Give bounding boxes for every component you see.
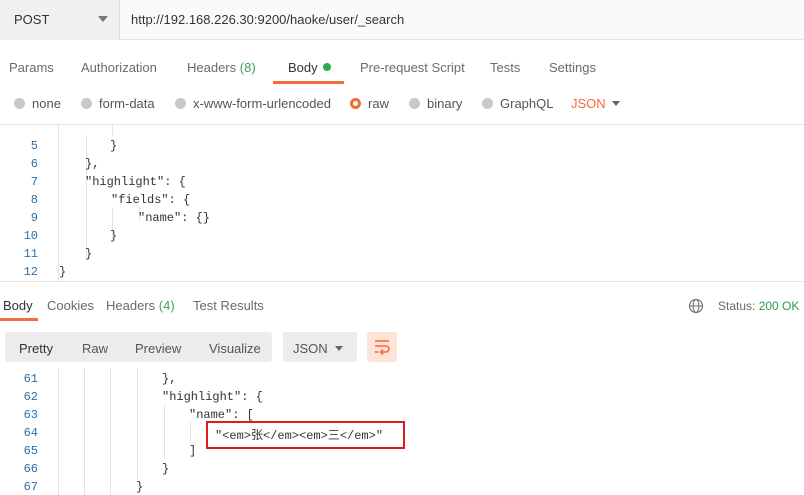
body-type-form-data[interactable]: form-data — [81, 96, 155, 111]
radio-icon — [482, 98, 493, 109]
response-format-select[interactable]: JSON — [283, 332, 357, 362]
code-line: "fields": { — [111, 193, 191, 207]
radio-icon — [409, 98, 420, 109]
code-line: "highlight": { — [85, 175, 186, 189]
line-number: 11 — [23, 247, 38, 261]
code-line: "highlight": { — [162, 390, 263, 404]
view-preview-button[interactable]: Preview — [135, 341, 181, 356]
tab-params[interactable]: Params — [9, 60, 54, 75]
highlight-annotation-box — [206, 421, 405, 449]
tab-tests[interactable]: Tests — [490, 60, 520, 75]
active-tab-underline — [273, 81, 344, 84]
code-line: } — [59, 265, 67, 279]
line-number: 6 — [30, 157, 38, 171]
radio-icon — [81, 98, 92, 109]
code-line: "name": {} — [138, 211, 211, 225]
status-label: Status: — [718, 299, 756, 313]
code-line: } — [110, 229, 118, 243]
line-number: 62 — [23, 390, 38, 404]
body-type-graphql-label: GraphQL — [500, 96, 554, 111]
body-type-binary[interactable]: binary — [409, 96, 462, 111]
view-raw-button[interactable]: Raw — [82, 341, 108, 356]
code-line: } — [162, 462, 170, 476]
indent-guide — [112, 125, 113, 135]
indent-guide — [137, 368, 138, 480]
indent-guide — [86, 135, 87, 258]
line-number: 9 — [30, 211, 38, 225]
line-number: 12 — [23, 265, 38, 279]
wrap-lines-button[interactable] — [367, 332, 397, 362]
radio-icon — [14, 98, 25, 109]
editor-gutter-border — [58, 368, 59, 495]
body-type-graphql[interactable]: GraphQL — [482, 96, 553, 111]
body-indicator-dot — [322, 63, 331, 71]
chevron-down-icon — [335, 346, 343, 351]
chevron-down-icon — [612, 101, 620, 106]
method-select[interactable]: POST — [0, 0, 120, 40]
tab-pre-request-script[interactable]: Pre-request Script — [360, 60, 465, 75]
body-type-none-label: none — [32, 96, 61, 111]
indent-guide — [190, 422, 191, 442]
body-type-urlencoded[interactable]: x-www-form-urlencoded — [175, 96, 331, 111]
view-mode-segment: Pretty Raw Preview Visualize — [5, 332, 272, 362]
view-pretty-button[interactable]: Pretty — [19, 341, 53, 356]
chevron-down-icon — [98, 16, 108, 22]
code-line: ] — [189, 444, 197, 458]
line-number: 65 — [23, 444, 38, 458]
response-tab-headers[interactable]: Headers (4) — [106, 298, 175, 313]
line-number: 8 — [30, 193, 38, 207]
tab-settings[interactable]: Settings — [549, 60, 596, 75]
line-number: 67 — [23, 480, 38, 494]
method-label: POST — [14, 12, 50, 27]
radio-icon — [175, 98, 186, 109]
response-status: Status: 200 OK — [718, 299, 799, 313]
body-type-raw[interactable]: raw — [350, 96, 389, 111]
line-number: 61 — [23, 372, 38, 386]
request-tabs: Params Authorization Headers (8) Body Pr… — [0, 52, 804, 84]
headers-count-badge: (8) — [239, 60, 256, 75]
indent-guide — [164, 404, 165, 460]
tab-headers-label: Headers — [187, 60, 237, 75]
body-type-binary-label: binary — [427, 96, 463, 111]
code-line: } — [110, 139, 118, 153]
line-number: 5 — [30, 139, 38, 153]
line-number: 63 — [23, 408, 38, 422]
tab-body-label: Body — [288, 60, 318, 75]
active-response-tab-underline — [0, 318, 38, 321]
radio-selected-icon — [350, 98, 361, 109]
body-type-form-data-label: form-data — [99, 96, 155, 111]
line-number: 64 — [23, 426, 38, 440]
language-select[interactable]: JSON — [571, 96, 606, 111]
globe-icon[interactable] — [688, 298, 704, 314]
code-line: }, — [85, 157, 100, 171]
line-number: 7 — [30, 175, 38, 189]
response-format-label: JSON — [293, 341, 328, 356]
response-tab-test-results[interactable]: Test Results — [193, 298, 264, 313]
indent-guide — [110, 368, 111, 495]
view-visualize-button[interactable]: Visualize — [209, 341, 261, 356]
status-value: 200 OK — [758, 299, 800, 313]
indent-guide — [84, 368, 85, 495]
editor-gutter-border — [58, 125, 59, 281]
code-line: }, — [162, 372, 177, 386]
url-input[interactable]: http://192.168.226.30:9200/haoke/user/_s… — [131, 12, 404, 27]
wrap-lines-icon — [375, 340, 390, 356]
tab-body[interactable]: Body — [288, 60, 331, 75]
tab-headers[interactable]: Headers (8) — [187, 60, 256, 75]
body-type-urlencoded-label: x-www-form-urlencoded — [193, 96, 331, 111]
code-line: } — [136, 480, 144, 494]
url-bar: POST http://192.168.226.30:9200/haoke/us… — [0, 0, 804, 40]
response-tab-cookies[interactable]: Cookies — [47, 298, 94, 313]
line-number: 66 — [23, 462, 38, 476]
response-headers-count-badge: (4) — [158, 298, 175, 313]
response-tab-headers-label: Headers — [106, 298, 156, 313]
request-body-editor[interactable]: 5 6 7 8 9 10 11 12 } }, "highlight": { "… — [0, 124, 804, 282]
body-type-none[interactable]: none — [14, 96, 61, 111]
tab-authorization[interactable]: Authorization — [81, 60, 157, 75]
line-number: 10 — [23, 229, 38, 243]
response-tab-body[interactable]: Body — [3, 298, 33, 313]
code-line: } — [85, 247, 93, 261]
code-line: "name": [ — [189, 408, 254, 422]
body-type-raw-label: raw — [368, 96, 389, 111]
